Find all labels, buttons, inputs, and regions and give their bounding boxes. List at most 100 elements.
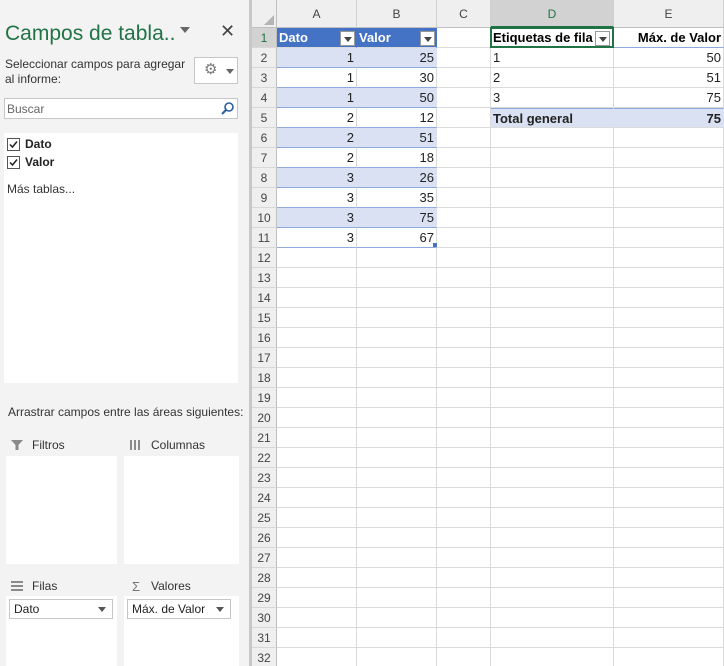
cell[interactable] [491, 468, 614, 488]
table-cell[interactable]: 3 [277, 208, 357, 228]
cell[interactable] [491, 128, 614, 148]
cell[interactable] [437, 308, 491, 328]
values-area-dropzone[interactable]: Máx. de Valor [124, 596, 239, 666]
cell[interactable] [614, 648, 724, 666]
row-header-3[interactable]: 3 [252, 68, 277, 88]
cell[interactable] [491, 268, 614, 288]
cell[interactable] [437, 548, 491, 568]
cell[interactable] [614, 468, 724, 488]
row-header-21[interactable]: 21 [252, 428, 277, 448]
cell[interactable] [437, 208, 491, 228]
cell[interactable] [614, 548, 724, 568]
cell[interactable] [437, 248, 491, 268]
table-cell[interactable]: 3 [277, 188, 357, 208]
pane-options-chevron-down-icon[interactable] [180, 27, 190, 33]
cell[interactable] [277, 428, 357, 448]
cell[interactable] [491, 188, 614, 208]
cell[interactable] [277, 508, 357, 528]
cell[interactable] [357, 368, 437, 388]
cell[interactable] [614, 488, 724, 508]
cell[interactable] [437, 68, 491, 88]
cell[interactable] [614, 328, 724, 348]
cell[interactable] [357, 548, 437, 568]
cell[interactable] [277, 388, 357, 408]
table-resize-handle[interactable] [433, 243, 437, 247]
row-header-28[interactable]: 28 [252, 568, 277, 588]
cell[interactable] [357, 528, 437, 548]
cell[interactable] [277, 588, 357, 608]
table-cell[interactable]: 25 [357, 48, 437, 68]
table-cell[interactable]: 2 [277, 108, 357, 128]
cell[interactable] [357, 348, 437, 368]
cell[interactable] [614, 588, 724, 608]
cell[interactable] [437, 228, 491, 248]
cell[interactable] [277, 248, 357, 268]
pivot-value-header[interactable]: Máx. de Valor [614, 28, 724, 48]
row-header-20[interactable]: 20 [252, 408, 277, 428]
filter-dropdown-dato[interactable] [340, 31, 355, 46]
row-header-8[interactable]: 8 [252, 168, 277, 188]
cell[interactable] [491, 588, 614, 608]
cell[interactable] [614, 508, 724, 528]
cell[interactable] [437, 328, 491, 348]
chevron-down-icon[interactable] [216, 607, 224, 612]
cell[interactable] [437, 168, 491, 188]
field-item-dato[interactable]: Dato [7, 136, 52, 152]
row-header-13[interactable]: 13 [252, 268, 277, 288]
cell[interactable] [614, 168, 724, 188]
cell[interactable] [357, 388, 437, 408]
cell[interactable] [437, 88, 491, 108]
cell[interactable] [437, 388, 491, 408]
cell[interactable] [491, 288, 614, 308]
cell[interactable] [614, 368, 724, 388]
cell[interactable] [357, 628, 437, 648]
cell[interactable] [437, 288, 491, 308]
table-cell[interactable]: 35 [357, 188, 437, 208]
cell[interactable] [614, 348, 724, 368]
row-header-31[interactable]: 31 [252, 628, 277, 648]
cell[interactable] [357, 468, 437, 488]
cell[interactable] [277, 288, 357, 308]
cell[interactable] [437, 348, 491, 368]
pivot-row-label[interactable]: 3 [491, 88, 614, 108]
pivot-row-label[interactable]: 1 [491, 48, 614, 68]
select-all-corner[interactable] [252, 0, 277, 28]
cell[interactable] [614, 528, 724, 548]
cell[interactable] [357, 288, 437, 308]
row-header-9[interactable]: 9 [252, 188, 277, 208]
cell[interactable] [357, 328, 437, 348]
cell[interactable] [277, 328, 357, 348]
table-cell[interactable]: 18 [357, 148, 437, 168]
cell[interactable] [357, 248, 437, 268]
row-header-5[interactable]: 5 [252, 108, 277, 128]
cell[interactable] [614, 448, 724, 468]
cell[interactable] [357, 488, 437, 508]
row-header-6[interactable]: 6 [252, 128, 277, 148]
cell[interactable] [614, 288, 724, 308]
field-item-valor[interactable]: Valor [7, 154, 54, 170]
table-cell[interactable]: 67 [357, 228, 437, 248]
column-header-d[interactable]: D [491, 0, 614, 28]
cell[interactable] [614, 248, 724, 268]
cell[interactable] [491, 448, 614, 468]
cell[interactable] [491, 248, 614, 268]
row-header-25[interactable]: 25 [252, 508, 277, 528]
row-header-4[interactable]: 4 [252, 88, 277, 108]
cell[interactable] [614, 428, 724, 448]
cell[interactable] [437, 608, 491, 628]
cell[interactable] [437, 48, 491, 68]
cell[interactable] [491, 568, 614, 588]
pivot-row-value[interactable]: 75 [614, 88, 724, 108]
cell[interactable] [357, 268, 437, 288]
row-header-19[interactable]: 19 [252, 388, 277, 408]
row-header-16[interactable]: 16 [252, 328, 277, 348]
row-header-27[interactable]: 27 [252, 548, 277, 568]
pivot-row-label[interactable]: 2 [491, 68, 614, 88]
cell[interactable] [357, 448, 437, 468]
cell[interactable] [277, 308, 357, 328]
cell[interactable] [491, 168, 614, 188]
cell[interactable] [357, 568, 437, 588]
cell[interactable] [614, 208, 724, 228]
row-header-17[interactable]: 17 [252, 348, 277, 368]
cell[interactable] [491, 348, 614, 368]
